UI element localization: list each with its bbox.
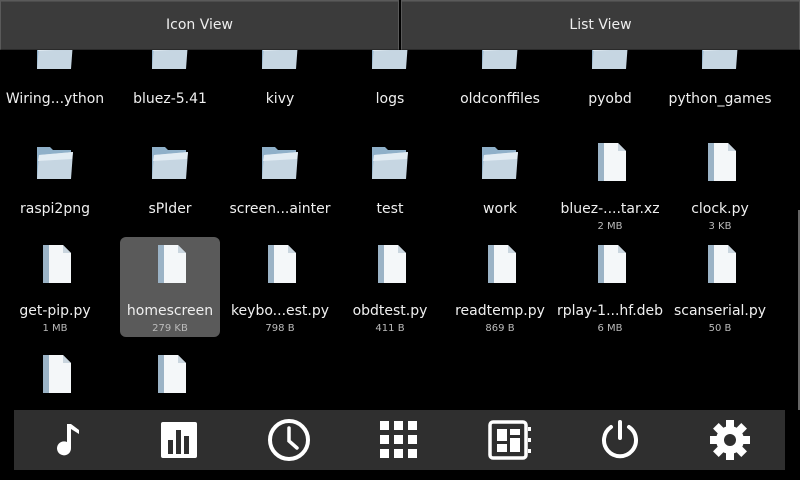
- folder-item[interactable]: sPIder: [120, 135, 220, 235]
- file-name: bluez-....tar.xz: [560, 201, 660, 217]
- file-name: oldconffiles: [460, 91, 540, 107]
- file-size: 279 KB: [152, 323, 188, 334]
- folder-icon: [33, 50, 77, 73]
- folder-icon: [148, 50, 192, 73]
- folder-item[interactable]: work: [450, 135, 550, 235]
- stats-button[interactable]: [124, 410, 234, 470]
- file-icon: [258, 241, 302, 285]
- file-icon: [478, 241, 522, 285]
- file-name: scanserial.py: [673, 303, 767, 319]
- file-icon: [148, 351, 192, 395]
- file-name: pyobd: [588, 91, 632, 107]
- folder-item[interactable]: raspi2png: [5, 135, 105, 235]
- file-size: 869 B: [485, 323, 515, 334]
- file-name: clock.py: [691, 201, 749, 217]
- music-button[interactable]: [14, 410, 124, 470]
- file-name: raspi2png: [20, 201, 90, 217]
- file-item[interactable]: rplay-1...hf.deb 6 MB: [557, 237, 663, 337]
- file-name: logs: [375, 91, 405, 107]
- file-size: 798 B: [265, 323, 295, 334]
- folder-item[interactable]: screen...ainter: [229, 135, 331, 235]
- music-note-icon: [49, 420, 89, 460]
- dashboard-button[interactable]: [455, 410, 565, 470]
- file-item[interactable]: readtemp.py 869 B: [450, 237, 550, 337]
- folder-item[interactable]: logs: [340, 50, 440, 125]
- clock-icon: [266, 417, 312, 463]
- file-icon: [698, 241, 742, 285]
- file-item[interactable]: bluez-....tar.xz 2 MB: [560, 135, 660, 235]
- file-name: kivy: [265, 91, 295, 107]
- file-size: 411 B: [375, 323, 405, 334]
- bar-chart-icon: [159, 420, 199, 460]
- file-name: readtemp.py: [455, 303, 545, 319]
- file-icon: [148, 241, 192, 285]
- folder-icon: [478, 139, 522, 183]
- file-size: 1 MB: [42, 323, 68, 334]
- view-tabs: Icon View List View: [0, 0, 800, 50]
- folder-icon: [33, 139, 77, 183]
- dock-bar: [14, 410, 785, 470]
- file-icon: [33, 241, 77, 285]
- file-icon: [698, 139, 742, 183]
- file-name: screen...ainter: [229, 201, 331, 217]
- power-button[interactable]: [565, 410, 675, 470]
- dashboard-icon: [487, 419, 533, 461]
- file-icon: [588, 139, 632, 183]
- folder-icon: [478, 50, 522, 73]
- file-item[interactable]: scanserial.py 50 B: [670, 237, 770, 337]
- file-name: work: [483, 201, 517, 217]
- file-size: 6 MB: [597, 323, 623, 334]
- power-icon: [597, 417, 643, 463]
- icon-view-tab[interactable]: Icon View: [0, 0, 399, 50]
- folder-item[interactable]: bluez-5.41: [120, 50, 220, 125]
- folder-item[interactable]: Wiring...ython: [5, 50, 105, 125]
- file-name: rplay-1...hf.deb: [556, 303, 664, 319]
- folder-icon: [368, 50, 412, 73]
- file-name: get-pip.py: [19, 303, 91, 319]
- file-size: 3 KB: [708, 221, 732, 232]
- file-name: bluez-5.41: [133, 91, 207, 107]
- file-item[interactable]: homescreen 279 KB: [120, 237, 220, 337]
- folder-item[interactable]: python_games: [669, 50, 771, 125]
- folder-item[interactable]: test: [340, 135, 440, 235]
- folder-icon: [698, 50, 742, 73]
- apps-button[interactable]: [344, 410, 454, 470]
- file-name: test: [376, 201, 404, 217]
- file-icon: [368, 241, 412, 285]
- folder-item[interactable]: pyobd: [560, 50, 660, 125]
- folder-icon: [258, 50, 302, 73]
- list-view-tab[interactable]: List View: [401, 0, 800, 50]
- file-size: 2 MB: [597, 221, 623, 232]
- file-size: 50 B: [708, 323, 732, 334]
- file-icon: [588, 241, 632, 285]
- file-name: sPIder: [148, 201, 192, 217]
- folder-icon: [258, 139, 302, 183]
- file-item[interactable]: keybo...est.py 798 B: [230, 237, 330, 337]
- apps-grid-icon: [378, 419, 420, 461]
- file-name: obdtest.py: [352, 303, 428, 319]
- folder-icon: [368, 139, 412, 183]
- file-name: Wiring...ython: [5, 91, 105, 107]
- folder-item[interactable]: oldconffiles: [450, 50, 550, 125]
- folder-icon: [588, 50, 632, 73]
- gear-icon: [708, 418, 752, 462]
- settings-button[interactable]: [675, 410, 785, 470]
- file-item[interactable]: get-pip.py 1 MB: [5, 237, 105, 337]
- file-name: keybo...est.py: [230, 303, 330, 319]
- file-item[interactable]: clock.py 3 KB: [670, 135, 770, 235]
- folder-item[interactable]: kivy: [230, 50, 330, 125]
- file-name: homescreen: [126, 303, 214, 319]
- folder-icon: [148, 139, 192, 183]
- file-icon: [33, 351, 77, 395]
- file-name: python_games: [668, 91, 772, 107]
- clock-button[interactable]: [234, 410, 344, 470]
- file-item[interactable]: obdtest.py 411 B: [340, 237, 440, 337]
